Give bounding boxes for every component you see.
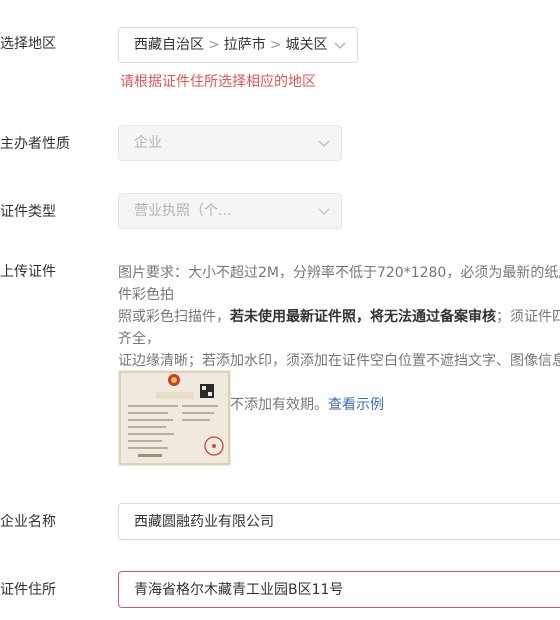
region-select[interactable]: 西藏自治区 > 拉萨市 > 城关区 bbox=[118, 27, 358, 63]
chevron-down-icon bbox=[333, 40, 347, 50]
region-hint: 请根据证件住所选择相应的地区 bbox=[120, 74, 316, 90]
address-value: 青海省格尔木藏青工业园B区11号 bbox=[134, 581, 344, 598]
region-label: 选择地区 bbox=[0, 36, 56, 52]
upload-warning: 若未使用最新证件照，将无法通过备案审核 bbox=[230, 309, 496, 325]
region-province: 西藏自治区 bbox=[134, 37, 204, 53]
license-thumbnail[interactable] bbox=[118, 370, 231, 466]
license-image bbox=[118, 370, 231, 466]
address-input[interactable]: 青海省格尔木藏青工业园B区11号 bbox=[118, 571, 560, 608]
organizer-type-select[interactable]: 企业 bbox=[118, 125, 342, 161]
organizer-type-value: 企业 bbox=[134, 135, 162, 151]
cert-type-select[interactable]: 营业执照（个... bbox=[118, 193, 342, 229]
address-label: 证件住所 bbox=[0, 582, 56, 598]
chevron-down-icon bbox=[317, 206, 331, 216]
chevron-down-icon bbox=[317, 138, 331, 148]
region-district: 城关区 bbox=[285, 37, 328, 53]
view-example-link[interactable]: 查看示例 bbox=[328, 397, 384, 413]
region-value: 西藏自治区 > 拉萨市 > 城关区 bbox=[134, 35, 327, 55]
upload-desc-line: 照或彩色扫描件，若未使用最新证件照，将无法通过备案审核；须证件四角齐全， bbox=[118, 309, 560, 347]
cert-type-label: 证件类型 bbox=[0, 204, 56, 220]
company-name-input[interactable]: 西藏圆融药业有限公司 bbox=[118, 503, 560, 540]
region-separator: > bbox=[208, 37, 220, 53]
organizer-type-label: 主办者性质 bbox=[0, 136, 70, 152]
cert-type-value: 营业执照（个... bbox=[134, 203, 232, 219]
company-name-value: 西藏圆融药业有限公司 bbox=[134, 513, 274, 530]
company-name-label: 企业名称 bbox=[0, 514, 56, 530]
region-city: 拉萨市 bbox=[223, 37, 266, 53]
region-separator: > bbox=[269, 37, 282, 53]
upload-desc-line: 图片要求：大小不超过2M，分辨率不低于720*1280，必须为最新的纸质原件彩色… bbox=[118, 265, 560, 303]
upload-label: 上传证件 bbox=[0, 264, 56, 280]
